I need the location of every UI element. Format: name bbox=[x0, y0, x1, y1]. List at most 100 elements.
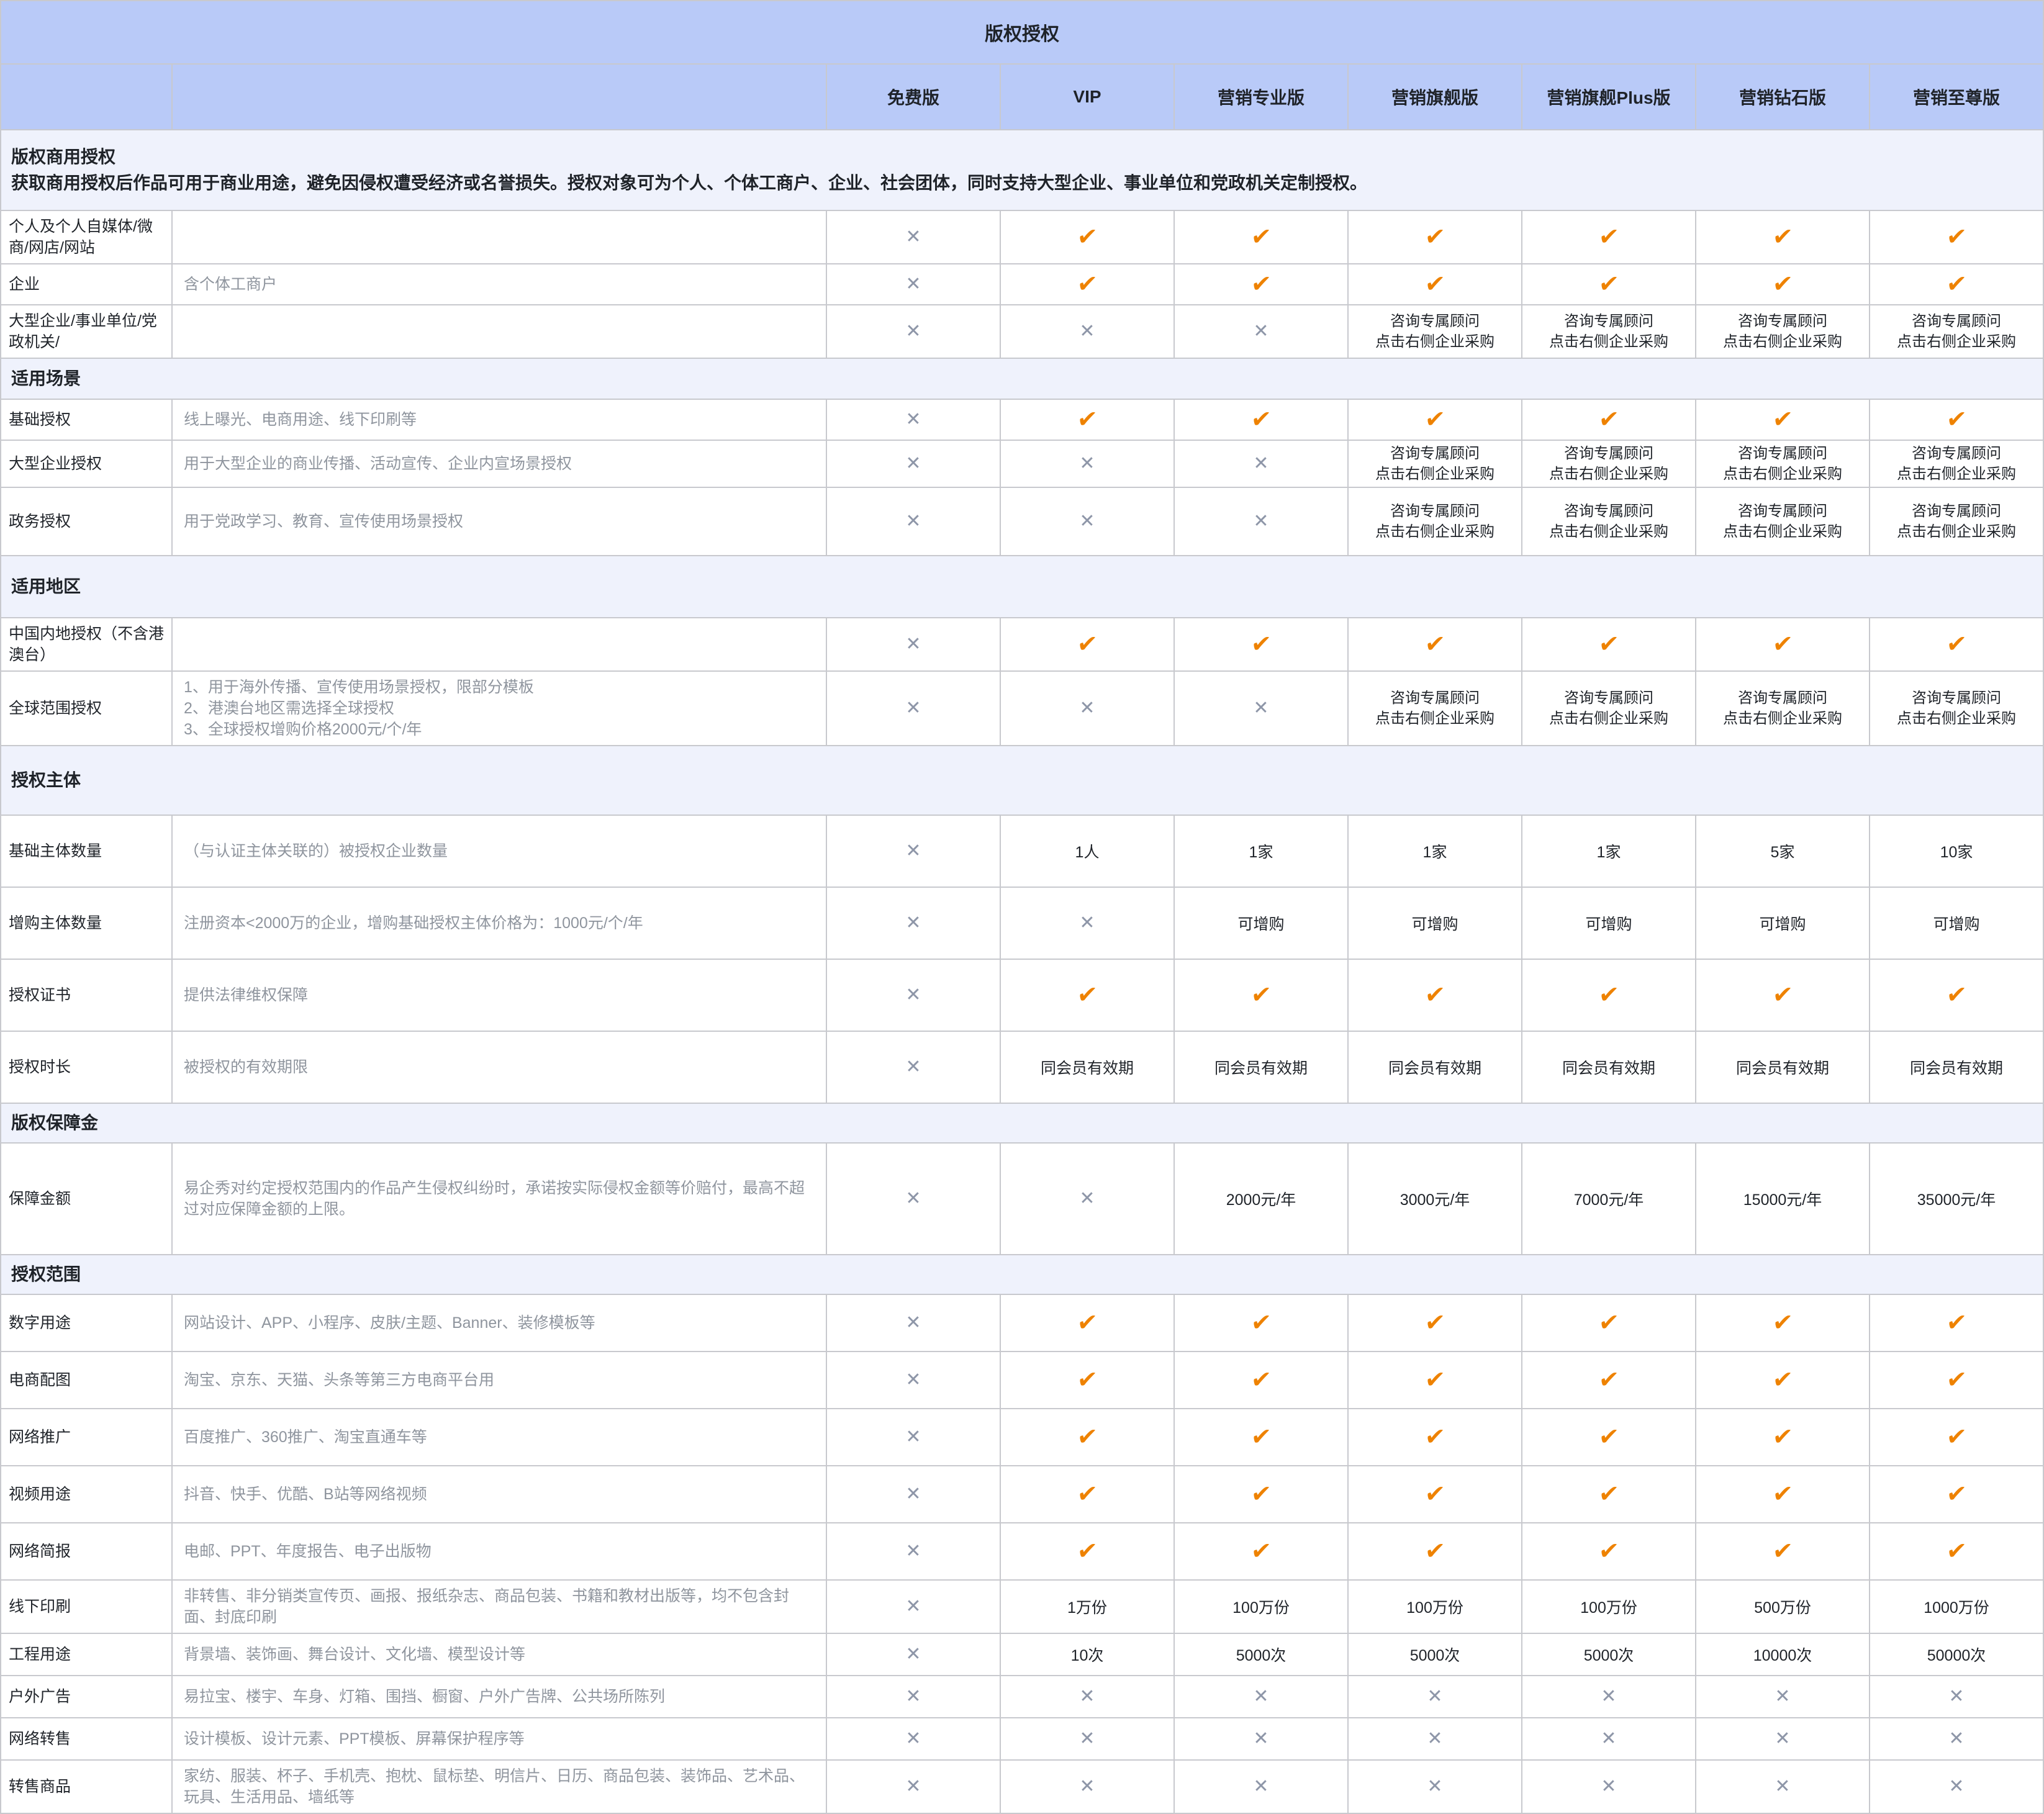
enterprise-purchase-hint-text: 点击右侧企业采购 bbox=[1375, 708, 1495, 729]
value-cell-not-included: ✕ bbox=[826, 1523, 1000, 1579]
consult-advisor-text: 咨询专属顾问 bbox=[1390, 311, 1480, 332]
row-description: 抖音、快手、优酷、B站等网络视频 bbox=[171, 1466, 826, 1522]
value-cell-text: 同会员有效期 bbox=[1347, 1032, 1521, 1103]
consult-cell: 咨询专属顾问点击右侧企业采购 bbox=[1695, 672, 1869, 745]
cross-icon: ✕ bbox=[905, 1730, 921, 1748]
cross-icon: ✕ bbox=[905, 914, 921, 932]
value-cell-included: ✔ bbox=[1521, 1295, 1695, 1351]
value-cell-text: 同会员有效期 bbox=[1173, 1032, 1347, 1103]
value-cell-not-included: ✕ bbox=[826, 1761, 1000, 1813]
value-cell-not-included: ✕ bbox=[826, 264, 1000, 304]
check-icon: ✔ bbox=[1424, 1368, 1446, 1392]
value-cell-included: ✔ bbox=[1869, 211, 2043, 263]
cross-icon: ✕ bbox=[905, 1597, 921, 1616]
cross-icon: ✕ bbox=[1775, 1687, 1790, 1706]
value-cell-text: 100万份 bbox=[1173, 1581, 1347, 1633]
value-cell-included: ✔ bbox=[1695, 1352, 1869, 1408]
check-icon: ✔ bbox=[1250, 633, 1272, 656]
cross-icon: ✕ bbox=[905, 322, 921, 341]
cross-icon: ✕ bbox=[905, 1645, 921, 1664]
feature-row: 大型企业授权用于大型企业的商业传播、活动宣传、企业内宣场景授权✕✕✕咨询专属顾问… bbox=[1, 440, 2043, 487]
value-cell-not-included: ✕ bbox=[826, 672, 1000, 745]
value-cell-text: 同会员有效期 bbox=[1000, 1032, 1173, 1103]
section-heading: 版权商用授权 bbox=[11, 144, 2033, 170]
row-label: 工程用途 bbox=[1, 1634, 171, 1675]
value-text: 500万份 bbox=[1754, 1595, 1811, 1618]
check-icon: ✔ bbox=[1424, 983, 1446, 1007]
cross-icon: ✕ bbox=[1427, 1777, 1442, 1796]
consult-advisor-text: 咨询专属顾问 bbox=[1738, 311, 1827, 332]
value-text: 35000元/年 bbox=[1917, 1188, 1996, 1210]
value-cell-included: ✔ bbox=[1347, 960, 1521, 1031]
value-cell-not-included: ✕ bbox=[826, 1466, 1000, 1522]
plan-name: 营销旗舰版 bbox=[1391, 84, 1478, 109]
row-label: 大型企业/事业单位/党政机关/ bbox=[1, 305, 171, 358]
row-label: 企业 bbox=[1, 264, 171, 304]
value-text: 同会员有效期 bbox=[1736, 1056, 1829, 1078]
feature-row: 增购主体数量注册资本<2000万的企业，增购基础授权主体价格为：1000元/个/… bbox=[1, 887, 2043, 959]
plan-name: 营销至尊版 bbox=[1913, 84, 2000, 109]
row-description: 被授权的有效期限 bbox=[171, 1032, 826, 1103]
row-description: 提供法律维权保障 bbox=[171, 960, 826, 1031]
check-icon: ✔ bbox=[1771, 408, 1794, 431]
value-cell-text: 5000次 bbox=[1347, 1634, 1521, 1675]
row-description: 家纺、服装、杯子、手机壳、抱枕、鼠标垫、明信片、日历、商品包装、装饰品、艺术品、… bbox=[171, 1761, 826, 1813]
value-cell-included: ✔ bbox=[1869, 264, 2043, 304]
row-label: 个人及个人自媒体/微商/网店/网站 bbox=[1, 211, 171, 263]
value-cell-not-included: ✕ bbox=[1000, 1144, 1173, 1254]
row-description: 1、用于海外传播、宣传使用场景授权，限部分模板 2、港澳台地区需选择全球授权 3… bbox=[171, 672, 826, 745]
cross-icon: ✕ bbox=[1253, 1730, 1268, 1748]
cross-icon: ✕ bbox=[1427, 1687, 1442, 1706]
row-label: 基础主体数量 bbox=[1, 816, 171, 887]
feature-row: 政务授权用于党政学习、教育、宣传使用场景授权✕✕✕咨询专属顾问点击右侧企业采购咨… bbox=[1, 487, 2043, 555]
check-icon: ✔ bbox=[1771, 983, 1794, 1007]
value-cell-not-included: ✕ bbox=[1000, 488, 1173, 555]
row-description: 线上曝光、电商用途、线下印刷等 bbox=[171, 400, 826, 440]
consult-advisor-text: 咨询专属顾问 bbox=[1564, 501, 1653, 521]
consult-cell: 咨询专属顾问点击右侧企业采购 bbox=[1869, 672, 2043, 745]
consult-cell: 咨询专属顾问点击右侧企业采购 bbox=[1347, 305, 1521, 358]
value-cell-text: 同会员有效期 bbox=[1869, 1032, 2043, 1103]
feature-row: 保障金额易企秀对约定授权范围内的作品产生侵权纠纷时，承诺按实际侵权金额等价赔付，… bbox=[1, 1142, 2043, 1254]
value-cell-not-included: ✕ bbox=[826, 1352, 1000, 1408]
consult-advisor-text: 咨询专属顾问 bbox=[1738, 501, 1827, 521]
cross-icon: ✕ bbox=[905, 1058, 921, 1076]
value-text: 可增购 bbox=[1411, 912, 1458, 934]
row-description: 网站设计、APP、小程序、皮肤/主题、Banner、装修模板等 bbox=[171, 1295, 826, 1351]
cross-icon: ✕ bbox=[1253, 512, 1268, 531]
value-cell-text: 同会员有效期 bbox=[1521, 1032, 1695, 1103]
row-label: 保障金额 bbox=[1, 1144, 171, 1254]
value-text: 5000次 bbox=[1236, 1643, 1287, 1666]
section-band: 版权保障金 bbox=[1, 1103, 2043, 1142]
consult-advisor-text: 咨询专属顾问 bbox=[1564, 311, 1653, 332]
cross-icon: ✕ bbox=[905, 1542, 921, 1561]
cross-icon: ✕ bbox=[1253, 322, 1268, 341]
value-cell-included: ✔ bbox=[1869, 618, 2043, 670]
cross-icon: ✕ bbox=[1948, 1777, 1964, 1796]
value-cell-not-included: ✕ bbox=[1000, 672, 1173, 745]
value-cell-included: ✔ bbox=[1869, 400, 2043, 440]
value-cell-not-included: ✕ bbox=[1173, 1761, 1347, 1813]
row-label: 户外广告 bbox=[1, 1676, 171, 1717]
check-icon: ✔ bbox=[1945, 1425, 1968, 1449]
value-cell-text: 可增购 bbox=[1347, 888, 1521, 959]
consult-advisor-text: 咨询专属顾问 bbox=[1738, 688, 1827, 708]
check-icon: ✔ bbox=[1250, 1368, 1272, 1392]
table-section: 授权范围数字用途网站设计、APP、小程序、皮肤/主题、Banner、装修模板等✕… bbox=[1, 1254, 2043, 1813]
value-text: 7000元/年 bbox=[1574, 1188, 1644, 1210]
value-text: 10次 bbox=[1071, 1643, 1104, 1666]
value-cell-text: 可增购 bbox=[1695, 888, 1869, 959]
value-cell-not-included: ✕ bbox=[826, 488, 1000, 555]
value-cell-text: 500万份 bbox=[1695, 1581, 1869, 1633]
plan-name: 营销旗舰Plus版 bbox=[1547, 84, 1670, 109]
value-text: 同会员有效期 bbox=[1214, 1056, 1308, 1078]
cross-icon: ✕ bbox=[905, 1777, 921, 1796]
value-cell-included: ✔ bbox=[1695, 264, 1869, 304]
row-label: 网络简报 bbox=[1, 1523, 171, 1579]
value-cell-not-included: ✕ bbox=[1521, 1761, 1695, 1813]
table-section: 版权商用授权获取商用授权后作品可用于商业用途，避免因侵权遭受经济或名誉损失。授权… bbox=[1, 129, 2043, 358]
consult-cell: 咨询专属顾问点击右侧企业采购 bbox=[1695, 441, 1869, 487]
feature-row: 全球范围授权1、用于海外传播、宣传使用场景授权，限部分模板 2、港澳台地区需选择… bbox=[1, 670, 2043, 745]
value-cell-not-included: ✕ bbox=[1173, 441, 1347, 487]
feature-row: 视频用途抖音、快手、优酷、B站等网络视频✕✔✔✔✔✔✔ bbox=[1, 1465, 2043, 1522]
